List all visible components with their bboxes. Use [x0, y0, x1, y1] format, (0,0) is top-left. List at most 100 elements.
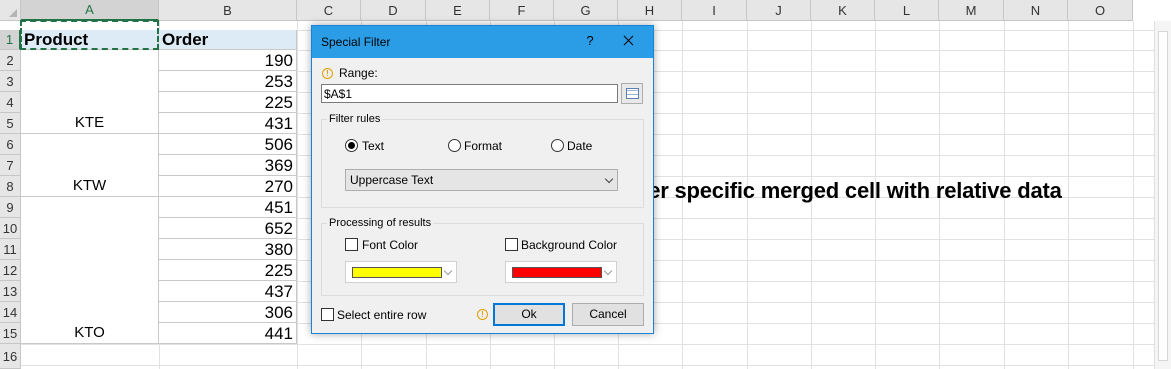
merged-cell-kte[interactable]: KTE: [21, 50, 159, 134]
column-header-d[interactable]: D: [361, 0, 426, 21]
background-color-checkbox[interactable]: [505, 238, 518, 251]
row-header-5[interactable]: 5: [0, 113, 21, 134]
column-header-c[interactable]: C: [297, 0, 361, 21]
chevron-down-icon: [603, 266, 613, 276]
row-header-9[interactable]: 9: [0, 197, 21, 218]
cancel-button[interactable]: Cancel: [572, 303, 644, 326]
range-input[interactable]: [321, 84, 618, 103]
column-header-h[interactable]: H: [618, 0, 682, 21]
merged-cell-ktw[interactable]: KTW: [21, 134, 159, 197]
order-cell[interactable]: 225: [159, 92, 297, 113]
select-entire-row-label[interactable]: Select entire row: [337, 308, 426, 322]
order-cell[interactable]: 441: [159, 323, 297, 344]
row-header-3[interactable]: 3: [0, 71, 21, 92]
row-header-13[interactable]: 13: [0, 281, 21, 302]
chevron-down-icon: [604, 174, 614, 184]
row-header-1[interactable]: 1: [0, 30, 21, 50]
order-cell[interactable]: 652: [159, 218, 297, 239]
order-cell[interactable]: 306: [159, 302, 297, 323]
radio-text-label[interactable]: Text: [362, 139, 384, 153]
help-button[interactable]: ?: [580, 31, 600, 51]
filter-rules-title: Filter rules: [327, 113, 383, 125]
gridline: [1068, 21, 1069, 369]
row-header-7[interactable]: 7: [0, 155, 21, 176]
row-header-15[interactable]: 15: [0, 323, 21, 344]
column-header-a[interactable]: A: [21, 0, 159, 21]
order-cell[interactable]: 451: [159, 197, 297, 218]
column-header-l[interactable]: L: [875, 0, 939, 21]
order-cell[interactable]: 506: [159, 134, 297, 155]
radio-date-label[interactable]: Date: [567, 139, 592, 153]
order-cell[interactable]: 225: [159, 260, 297, 281]
text-rule-value: Uppercase Text: [350, 173, 434, 187]
chevron-down-icon: [443, 266, 453, 276]
row-header-14[interactable]: 14: [0, 302, 21, 323]
ok-button[interactable]: Ok: [493, 303, 565, 326]
range-label: Range:: [339, 66, 378, 80]
font-color-label[interactable]: Font Color: [362, 238, 418, 252]
background-color-picker[interactable]: [505, 261, 617, 283]
radio-date[interactable]: [551, 139, 564, 152]
order-cell[interactable]: 431: [159, 113, 297, 134]
column-header-n[interactable]: N: [1004, 0, 1068, 21]
background-color-swatch: [512, 267, 602, 278]
gridline: [21, 365, 1171, 366]
merged-cell-label: KTE: [74, 114, 105, 131]
merged-cell-kto[interactable]: KTO: [21, 197, 159, 344]
row-header-11[interactable]: 11: [0, 239, 21, 260]
text-rule-dropdown[interactable]: Uppercase Text: [345, 169, 618, 191]
special-filter-dialog: Special Filter ? ! Range: Filter rules T…: [311, 25, 654, 334]
vertical-scrollbar[interactable]: [1154, 21, 1171, 369]
font-color-picker[interactable]: [345, 261, 457, 283]
select-entire-row-checkbox[interactable]: [321, 308, 334, 321]
radio-format-label[interactable]: Format: [464, 139, 502, 153]
caption-text: Filter specific merged cell with relativ…: [616, 178, 1062, 203]
order-cell[interactable]: 380: [159, 239, 297, 260]
column-header-b[interactable]: B: [159, 0, 297, 21]
range-select-button[interactable]: [621, 83, 643, 104]
processing-results-group: [321, 223, 644, 296]
scrollbar-thumb[interactable]: [1158, 31, 1168, 361]
order-cell[interactable]: 437: [159, 281, 297, 302]
font-color-swatch: [352, 267, 442, 278]
background-color-label[interactable]: Background Color: [521, 238, 617, 252]
font-color-checkbox[interactable]: [345, 238, 358, 251]
dialog-title: Special Filter: [321, 35, 391, 49]
merged-cell-label: KTW: [72, 177, 107, 194]
column-header-i[interactable]: I: [682, 0, 747, 21]
row-header-4[interactable]: 4: [0, 92, 21, 113]
column-header-f[interactable]: F: [490, 0, 554, 21]
merged-cell-label: KTO: [74, 324, 105, 341]
filter-rules-group: [321, 119, 644, 208]
dialog-title-bar[interactable]: Special Filter ?: [312, 26, 653, 58]
cell-a1-product-header[interactable]: Product: [21, 30, 159, 50]
column-header-m[interactable]: M: [939, 0, 1004, 21]
column-header-j[interactable]: J: [747, 0, 811, 21]
column-header-o[interactable]: O: [1068, 0, 1133, 21]
order-cell[interactable]: 369: [159, 155, 297, 176]
row-header-6[interactable]: 6: [0, 134, 21, 155]
gridline: [1133, 21, 1134, 369]
order-cell[interactable]: 190: [159, 50, 297, 71]
row-header-8[interactable]: 8: [0, 176, 21, 197]
processing-results-title: Processing of results: [327, 217, 434, 229]
column-header-e[interactable]: E: [426, 0, 490, 21]
select-all-corner[interactable]: [0, 0, 21, 21]
radio-text[interactable]: [345, 139, 358, 152]
row-header-16[interactable]: 16: [0, 344, 21, 369]
row-header-12[interactable]: 12: [0, 260, 21, 281]
order-cell[interactable]: 270: [159, 176, 297, 197]
column-header-g[interactable]: G: [554, 0, 618, 21]
gridline: [297, 21, 298, 369]
column-header-k[interactable]: K: [811, 0, 875, 21]
order-cell[interactable]: 253: [159, 71, 297, 92]
radio-format[interactable]: [448, 139, 461, 152]
row-header-2[interactable]: 2: [0, 50, 21, 71]
cell-b1-order-header[interactable]: Order: [159, 30, 297, 50]
row-header-10[interactable]: 10: [0, 218, 21, 239]
range-picker-icon: [626, 88, 639, 99]
close-icon[interactable]: [618, 31, 638, 51]
info-icon: !: [477, 309, 488, 320]
gridline: [21, 344, 1171, 345]
info-icon: !: [322, 68, 333, 79]
